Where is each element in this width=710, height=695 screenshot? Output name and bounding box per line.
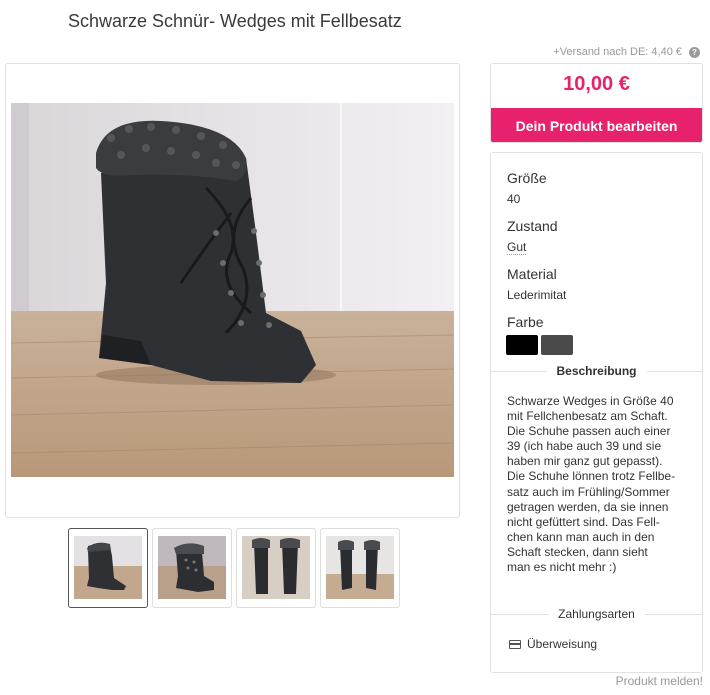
color-swatch-dark-gray bbox=[541, 335, 573, 355]
description-heading: Beschreibung bbox=[546, 364, 647, 378]
credit-card-icon bbox=[509, 639, 521, 649]
thumbnail-strip bbox=[68, 528, 400, 608]
size-label: Größe bbox=[507, 170, 547, 186]
help-icon[interactable]: ? bbox=[689, 46, 700, 58]
thumbnail-1[interactable] bbox=[68, 528, 148, 608]
price: 10,00 € bbox=[563, 73, 630, 95]
payment-divider: Zahlungsarten bbox=[491, 607, 702, 621]
material-label: Material bbox=[507, 266, 557, 282]
payment-heading: Zahlungsarten bbox=[548, 607, 645, 621]
payment-method: Überweisung bbox=[509, 637, 597, 651]
material-value: Lederimitat bbox=[507, 288, 567, 302]
description-divider: Beschreibung bbox=[491, 364, 702, 378]
color-label: Farbe bbox=[507, 314, 544, 330]
shipping-cost: +Versand nach DE: 4,40 € bbox=[553, 46, 682, 58]
edit-product-button[interactable]: Dein Produkt bearbeiten bbox=[491, 108, 702, 142]
main-product-photo[interactable] bbox=[11, 103, 454, 477]
size-value: 40 bbox=[507, 192, 521, 206]
condition-value[interactable]: Gut bbox=[507, 240, 527, 255]
payment-method-label: Überweisung bbox=[527, 637, 598, 651]
main-image-frame bbox=[5, 63, 460, 518]
report-product-link[interactable]: Produkt melden! bbox=[616, 674, 703, 688]
shipping-info: +Versand nach DE: 4,40 € ? bbox=[553, 46, 700, 58]
color-swatch-black bbox=[506, 335, 538, 355]
thumbnail-2[interactable] bbox=[152, 528, 232, 608]
description-text: Schwarze Wedges in Größe 40 mit Fellchen… bbox=[507, 394, 676, 575]
thumbnail-4[interactable] bbox=[320, 528, 400, 608]
product-details-panel: Größe 40 Zustand Gut Material Lederimita… bbox=[490, 152, 703, 673]
thumbnail-3[interactable] bbox=[236, 528, 316, 608]
product-title: Schwarze Schnür- Wedges mit Fellbesatz bbox=[68, 11, 402, 31]
price-box: 10,00 € Dein Produkt bearbeiten bbox=[490, 63, 703, 143]
condition-label: Zustand bbox=[507, 218, 558, 234]
